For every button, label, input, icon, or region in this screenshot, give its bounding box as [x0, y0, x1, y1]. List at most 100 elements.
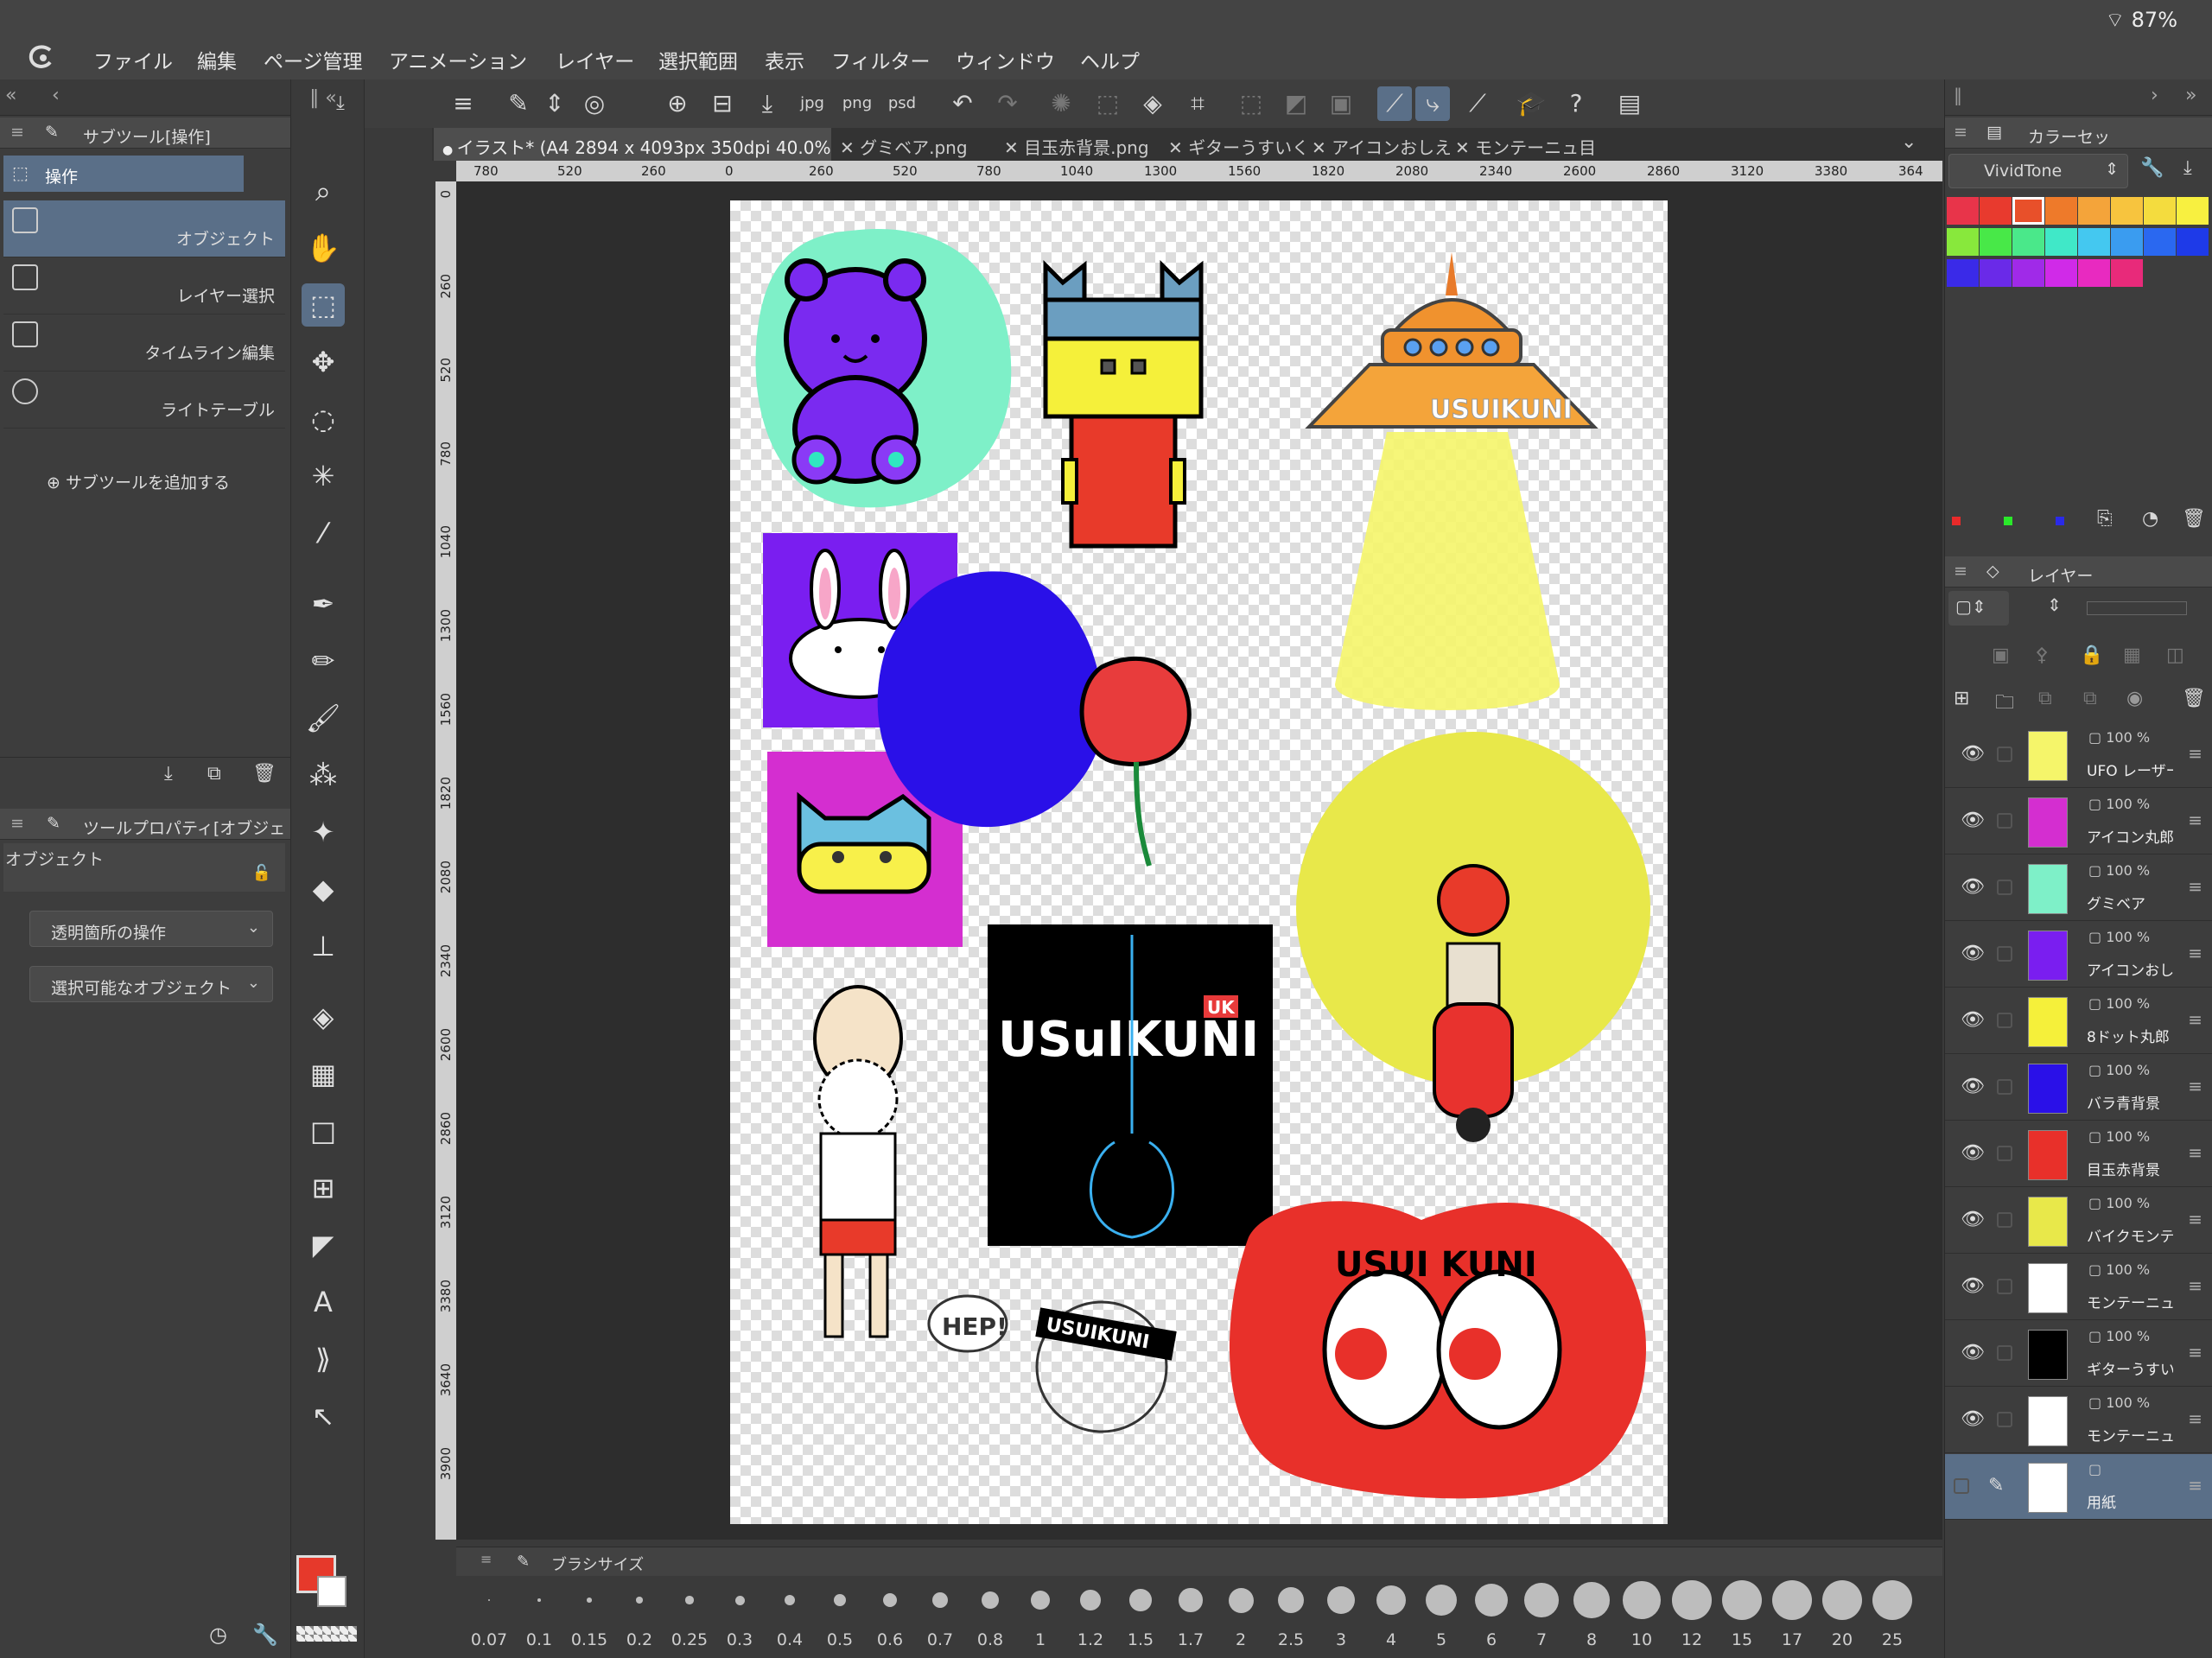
color-swatch[interactable] [1947, 228, 1979, 256]
mask-icon[interactable]: ◫ [2166, 645, 2184, 666]
menu-selection[interactable]: 選択範囲 [658, 45, 738, 74]
chevron-right-icon[interactable]: › [2151, 85, 2158, 106]
panel-menu-icon[interactable]: ≡ [1954, 562, 1967, 581]
copy-layer-icon[interactable]: ⧉ [2038, 688, 2052, 709]
learn-icon[interactable]: 🎓 [1514, 86, 1548, 121]
brush-size-option[interactable]: 7 [1517, 1578, 1566, 1658]
fill-tool-icon[interactable]: ◈ [302, 995, 345, 1039]
grip-icon[interactable]: ‖ [1954, 85, 1962, 105]
color-swatch[interactable] [1980, 228, 2012, 256]
delete-subtool-icon[interactable]: 🗑 [252, 763, 276, 785]
zoom-tool-icon[interactable]: ⌕ [302, 169, 345, 213]
balloon-tool-icon[interactable]: ⟫ [302, 1337, 345, 1381]
tab-illustration[interactable]: ● イラスト* (A4 2894 x 4093px 350dpi 40.0%) [434, 128, 831, 161]
text-tool-icon[interactable]: A [302, 1280, 345, 1324]
drag-handle-icon[interactable]: ≡ [2188, 1209, 2202, 1229]
brush-size-option[interactable]: 1.2 [1066, 1578, 1115, 1658]
merge-layer-icon[interactable]: ⧉ [2083, 688, 2097, 709]
drag-handle-icon[interactable]: ≡ [2188, 876, 2202, 897]
color-swatch[interactable] [1980, 197, 2012, 225]
chevron-down-icon[interactable]: ⌄ [1901, 131, 1916, 153]
brush-size-option[interactable]: 15 [1718, 1578, 1766, 1658]
chevron-left-icon[interactable]: ‹ [52, 85, 60, 106]
layer-select-checkbox[interactable] [1997, 1146, 2012, 1161]
brush-size-option[interactable]: 0.7 [916, 1578, 964, 1658]
color-swatch[interactable] [1947, 259, 1979, 287]
layer-row[interactable]: 👁 ▢ 100 % 8ドット丸郎 ≡ [1945, 988, 2212, 1054]
export-jpg-icon[interactable]: jpg [795, 86, 830, 121]
save-icon[interactable]: ⤓ [750, 86, 785, 121]
export-psd-icon[interactable]: psd [885, 86, 919, 121]
opacity-slider[interactable] [2087, 601, 2187, 615]
layer-row[interactable]: 👁 ▢ 100 % アイコン丸郎 ≡ [1945, 789, 2212, 854]
menu-file[interactable]: ファイル [93, 45, 173, 74]
brush-size-option[interactable]: 20 [1818, 1578, 1866, 1658]
tab-icon[interactable]: ✕ アイコンおしえ [1312, 128, 1450, 161]
brush-size-option[interactable]: 5 [1417, 1578, 1465, 1658]
eraser-tool-icon[interactable]: ◆ [302, 867, 345, 911]
invert-selection-icon[interactable]: ◩ [1279, 86, 1313, 121]
eye-icon[interactable]: 👁 [1961, 1342, 1985, 1363]
layer-row[interactable]: 👁 ▢ 100 % アイコンおし ≡ [1945, 922, 2212, 988]
frame-tool-icon[interactable]: ⊞ [302, 1166, 345, 1210]
insert-panel-icon[interactable]: ⤓ [323, 86, 358, 121]
reference-icon[interactable]: ⚴ [2035, 645, 2049, 666]
menu-filter[interactable]: フィルター [831, 45, 931, 74]
brush-size-option[interactable]: 17 [1768, 1578, 1816, 1658]
menu-view[interactable]: 表示 [765, 45, 804, 74]
wrench-icon[interactable]: 🔧 [2140, 157, 2164, 179]
brush-size-option[interactable]: 0.07 [465, 1578, 513, 1658]
clear-outside-icon[interactable]: ⬚ [1090, 86, 1125, 121]
color-swatch[interactable] [2078, 228, 2110, 256]
correct-line-tool-icon[interactable]: ↖ [302, 1394, 345, 1438]
menu-animation[interactable]: アニメーション [389, 45, 527, 74]
brush-tool-icon[interactable]: 🖌 [302, 696, 345, 740]
layer-row[interactable]: 👁 ▢ 100 % ギターうすい ≡ [1945, 1321, 2212, 1387]
brush-size-option[interactable]: 3 [1317, 1578, 1365, 1658]
brush-size-option[interactable]: 4 [1367, 1578, 1415, 1658]
layer-select-checkbox[interactable] [1997, 813, 2012, 829]
transform-icon[interactable]: ⌗ [1180, 86, 1215, 121]
delete-layer-icon[interactable]: 🗑 [2182, 688, 2206, 709]
eye-icon[interactable]: 👁 [1961, 1408, 1985, 1430]
lock-icon[interactable]: 🔓 [252, 864, 271, 882]
tab-montaigne[interactable]: ✕ モンテーニュ目 [1455, 128, 1597, 161]
layer-row[interactable]: 👁 ▢ 100 % モンテーニュ ≡ [1945, 1255, 2212, 1320]
selection-border-icon[interactable]: ▣ [1324, 86, 1358, 121]
subtool-item-lighttable[interactable]: ライトテーブル [3, 372, 285, 429]
undo-icon[interactable]: ↶ [945, 86, 980, 121]
brush-size-option[interactable]: 2.5 [1267, 1578, 1315, 1658]
layer-select-checkbox[interactable] [1997, 1345, 2012, 1361]
panel-menu-icon[interactable]: ≡ [480, 1551, 492, 1567]
drag-handle-icon[interactable]: ≡ [2188, 810, 2202, 830]
drag-handle-icon[interactable]: ≡ [2188, 1408, 2202, 1429]
menu-window[interactable]: ウィンドウ [956, 45, 1055, 74]
color-swatch[interactable] [2078, 259, 2110, 287]
brush-size-option[interactable]: 1.5 [1116, 1578, 1165, 1658]
layer-row[interactable]: 👁 ▢ 100 % モンテーニュ ≡ [1945, 1388, 2212, 1453]
color-swatch[interactable] [2111, 259, 2143, 287]
selectable-object-dropdown[interactable]: 選択可能なオブジェクト ⌄ [29, 966, 273, 1002]
color-swatch[interactable] [1980, 259, 2012, 287]
brush-size-option[interactable]: 0.5 [816, 1578, 864, 1658]
brush-size-option[interactable]: 0.4 [766, 1578, 814, 1658]
layer-select-checkbox[interactable] [1997, 1079, 2012, 1095]
color-swatch[interactable] [2012, 228, 2044, 256]
edit-icon[interactable]: ✎ [501, 86, 536, 121]
replace-color-icon[interactable]: ◔ [2142, 508, 2158, 530]
drag-handle-icon[interactable]: ≡ [2188, 743, 2202, 764]
pen-tool-icon[interactable]: ✒ [302, 582, 345, 626]
layer-select-checkbox[interactable] [1997, 946, 2012, 962]
lock-alpha-icon[interactable]: ▦ [2123, 645, 2141, 666]
decoration-tool-icon[interactable]: ✦ [302, 810, 345, 854]
brush-size-option[interactable]: 0.6 [866, 1578, 914, 1658]
deselect-icon[interactable]: ⬚ [1234, 86, 1268, 121]
eye-icon[interactable]: 👁 [1961, 1009, 1985, 1031]
color-swatch[interactable] [2177, 197, 2209, 225]
menu-help[interactable]: ヘルプ [1080, 45, 1140, 74]
drag-handle-icon[interactable]: ≡ [2188, 1342, 2202, 1363]
drag-handle-icon[interactable]: ≡ [2188, 1275, 2202, 1296]
brush-size-option[interactable]: 2 [1217, 1578, 1265, 1658]
spiral-icon[interactable]: ◎ [577, 86, 612, 121]
layer-select-checkbox[interactable] [1997, 746, 2012, 762]
